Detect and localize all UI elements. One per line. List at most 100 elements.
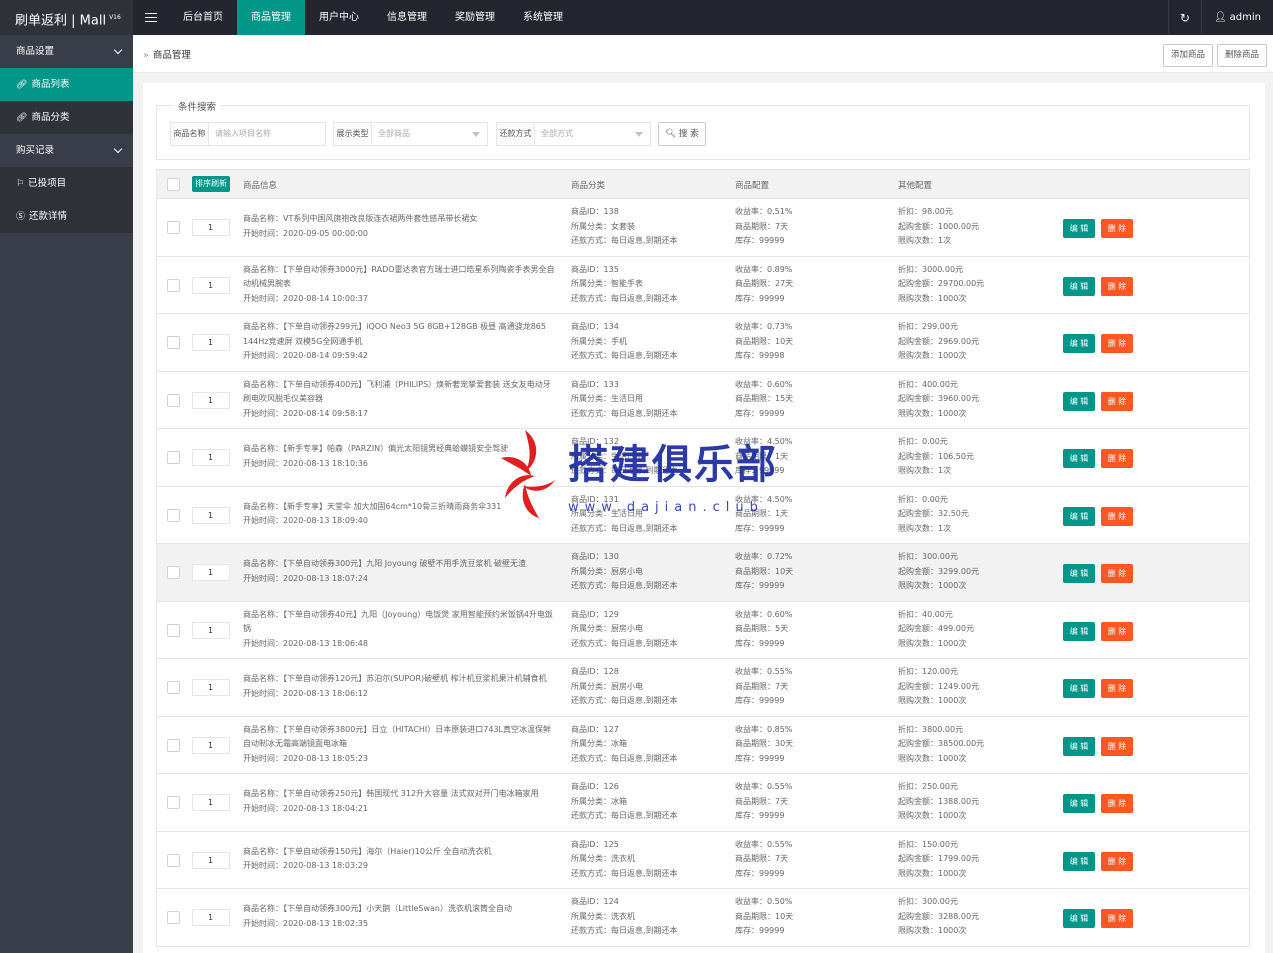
row-checkbox[interactable] — [167, 566, 180, 579]
product-term: 商品期限：1天 — [735, 509, 789, 518]
row-checkbox[interactable] — [167, 393, 180, 407]
delete-button[interactable]: 删 除 — [1101, 276, 1133, 296]
edit-button[interactable]: 编 辑 — [1063, 219, 1095, 238]
row-checkbox[interactable] — [167, 623, 180, 637]
product-term: 商品期限：7天 — [735, 796, 789, 806]
sort-order-input[interactable]: 1 — [192, 219, 230, 236]
delete-button[interactable]: 删 除 — [1101, 679, 1133, 698]
delete-button[interactable]: 删 除 — [1101, 909, 1133, 928]
nav-item-0[interactable]: 后台首页 — [169, 0, 237, 35]
product-category: 商品ID：134 所属分类：手机 还款方式：每日返息,到期还本 — [571, 320, 721, 364]
name-filter-label: 商品名称 — [171, 123, 209, 145]
product-stock: 库存：99999 — [735, 236, 785, 245]
sort-order-input[interactable]: 1 — [192, 621, 230, 639]
delete-button[interactable]: 删 除 — [1101, 506, 1133, 526]
sort-order-input[interactable]: 1 — [192, 334, 230, 351]
row-checkbox[interactable] — [167, 911, 180, 924]
sort-order-input[interactable]: 1 — [192, 851, 230, 869]
repay-filter-select[interactable]: 全部方式 — [535, 123, 650, 145]
type-filter: 展示类型 全部商品 — [333, 122, 488, 146]
add-product-button[interactable]: 添加商品 — [1163, 44, 1214, 67]
product-min: 起购金额：3299.00元 — [898, 566, 980, 576]
sidebar-item-1[interactable]: 🔗︎ 商品列表 — [0, 68, 133, 101]
row-checkbox[interactable] — [167, 681, 180, 694]
row-checkbox[interactable] — [167, 796, 180, 809]
edit-button[interactable]: 编 辑 — [1063, 909, 1095, 928]
nav-item-3[interactable]: 信息管理 — [373, 0, 441, 35]
edit-button[interactable]: 编 辑 — [1063, 679, 1095, 698]
nav-item-1[interactable]: 商品管理 — [237, 0, 305, 35]
edit-button[interactable]: 编 辑 — [1063, 794, 1095, 813]
delete-button[interactable]: 删 除 — [1101, 219, 1133, 238]
sort-order-input[interactable]: 1 — [192, 794, 230, 811]
row-checkbox[interactable] — [167, 738, 180, 752]
sort-order-input[interactable]: 1 — [192, 506, 230, 524]
product-name: 商品名称：【下单自动领券400元】飞利浦（PHILIPS）焕新奢宠挚爱套装 送女… — [243, 379, 551, 404]
sort-refresh-button[interactable]: 排序刷新 — [192, 176, 230, 192]
edit-button[interactable]: 编 辑 — [1063, 334, 1095, 353]
delete-product-button[interactable]: 删除商品 — [1217, 44, 1268, 67]
edit-button[interactable]: 编 辑 — [1063, 851, 1095, 871]
nav-item-2[interactable]: 用户中心 — [305, 0, 373, 35]
delete-button[interactable]: 删 除 — [1101, 851, 1133, 871]
product-stock: 库存：99998 — [735, 351, 785, 360]
product-name: 商品名称：【下单自动领券3000元】RADO雷达表官方瑞士进口皓星系列陶瓷手表男… — [243, 264, 555, 289]
sort-order-input[interactable]: 1 — [192, 564, 230, 581]
search-fieldset: 条件搜索 商品名称 请输入项目名称 展示类型 全部商品 还款方式 全部方式 🔍︎… — [156, 99, 1250, 160]
product-start-time: 开始时间：2020-08-14 10:00:37 — [243, 293, 368, 303]
delete-button[interactable]: 删 除 — [1101, 794, 1133, 813]
sidebar-item-0[interactable]: 商品设置 — [0, 35, 133, 68]
edit-button[interactable]: 编 辑 — [1063, 736, 1095, 756]
sort-order-input[interactable]: 1 — [192, 391, 230, 409]
edit-button[interactable]: 编 辑 — [1063, 564, 1095, 583]
dollar-icon: Ⓢ — [16, 212, 26, 222]
delete-button[interactable]: 删 除 — [1101, 621, 1133, 641]
select-all-checkbox[interactable] — [167, 178, 180, 191]
edit-button[interactable]: 编 辑 — [1063, 391, 1095, 411]
search-button[interactable]: 🔍︎ 搜 索 — [658, 122, 706, 146]
row-checkbox[interactable] — [167, 508, 180, 522]
product-min: 起购金额：1388.00元 — [898, 796, 980, 806]
repay-filter-value: 全部方式 — [541, 129, 573, 138]
nav-item-5[interactable]: 系统管理 — [509, 0, 577, 35]
product-name: 商品名称：【下单自动领券300元】小天鹅（LittleSwan）洗衣机滚筒全自动 — [243, 904, 512, 913]
nav-item-4[interactable]: 奖励管理 — [441, 0, 509, 35]
product-cat: 所属分类：智能手表 — [571, 279, 643, 288]
row-checkbox[interactable] — [167, 451, 180, 464]
row-checkbox[interactable] — [167, 336, 180, 349]
refresh-icon[interactable]: ↻ — [1167, 0, 1201, 35]
delete-button[interactable]: 删 除 — [1101, 391, 1133, 411]
table-row: 1 商品名称：【下单自动领券400元】飞利浦（PHILIPS）焕新奢宠挚爱套装 送… — [156, 371, 1250, 429]
row-checkbox[interactable] — [167, 278, 180, 292]
product-config: 收益率：0.55% 商品期限：7天 库存：99999 — [735, 780, 885, 824]
admin-menu[interactable]: 👤︎ admin — [1200, 0, 1273, 35]
delete-button[interactable]: 删 除 — [1101, 334, 1133, 353]
sidebar-item-4[interactable]: ⚐ 已投项目 — [0, 167, 133, 200]
sort-order-input[interactable]: 1 — [192, 736, 230, 754]
edit-button[interactable]: 编 辑 — [1063, 276, 1095, 296]
delete-button[interactable]: 删 除 — [1101, 564, 1133, 583]
sidebar-item-5[interactable]: Ⓢ 还款详情 — [0, 200, 133, 233]
delete-button[interactable]: 删 除 — [1101, 449, 1133, 468]
product-id: 商品ID：135 — [571, 264, 619, 274]
product-limit: 限购次数：1000次 — [898, 811, 967, 820]
name-filter-input[interactable]: 请输入项目名称 — [209, 123, 325, 145]
sort-order-input[interactable]: 1 — [192, 276, 230, 294]
edit-button[interactable]: 编 辑 — [1063, 621, 1095, 641]
product-config: 收益率：0.73% 商品期限：10天 库存：99998 — [735, 320, 885, 364]
row-checkbox[interactable] — [167, 853, 180, 867]
delete-button[interactable]: 删 除 — [1101, 736, 1133, 756]
sort-order-input[interactable]: 1 — [192, 679, 230, 696]
row-checkbox[interactable] — [167, 221, 180, 234]
type-filter-select[interactable]: 全部商品 — [372, 123, 487, 145]
product-repay: 还款方式：每日返息,到期还本 — [571, 811, 678, 820]
sidebar-item-3[interactable]: 购买记录 — [0, 134, 133, 167]
sidebar-item-2[interactable]: 🔗︎ 商品分类 — [0, 101, 133, 134]
product-name: 商品名称：【下单自动领券299元】iQOO Neo3 5G 8GB+128GB … — [243, 322, 546, 346]
sort-order-input[interactable]: 1 — [192, 449, 230, 466]
menu-toggle-icon[interactable] — [145, 10, 157, 24]
edit-button[interactable]: 编 辑 — [1063, 506, 1095, 526]
sort-order-input[interactable]: 1 — [192, 909, 230, 926]
product-other: 折扣：3800.00元 起购金额：38500.00元 限购次数：1000次 — [898, 723, 1048, 767]
edit-button[interactable]: 编 辑 — [1063, 449, 1095, 468]
